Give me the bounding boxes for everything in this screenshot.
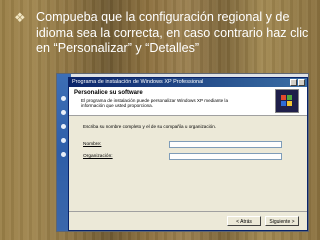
setup-dialog: Programa de instalación de Windows XP Pr… [68, 77, 308, 231]
dialog-content: Escriba su nombre completo y el de su co… [69, 116, 307, 212]
close-button[interactable] [298, 79, 305, 86]
dialog-title: Programa de instalación de Windows XP Pr… [72, 79, 204, 85]
header-title: Personalice su software [74, 90, 143, 96]
bullet-icon: ❖ [14, 11, 26, 26]
back-button[interactable]: < Atrás [227, 216, 261, 226]
sidebar-step-icon [61, 110, 66, 115]
windows-logo-icon [275, 89, 299, 113]
header-description: El programa de instalación puede persona… [81, 98, 228, 109]
organization-label: Organización: [83, 154, 113, 159]
next-button[interactable]: Siguiente > [265, 216, 299, 226]
sidebar-step-icon [61, 138, 66, 143]
organization-row: Organización: [83, 154, 145, 159]
sidebar-step-icon [61, 96, 66, 101]
help-button[interactable] [290, 79, 297, 86]
setup-screenshot: Programa de instalación de Windows XP Pr… [56, 73, 309, 232]
dialog-footer: < Atrás Siguiente > [69, 211, 307, 230]
name-input[interactable] [169, 141, 282, 148]
organization-input[interactable] [169, 153, 282, 160]
dialog-header: Personalice su software El programa de i… [69, 87, 307, 116]
dialog-titlebar: Programa de instalación de Windows XP Pr… [69, 78, 307, 87]
intro-text: Escriba su nombre completo y el de su co… [83, 124, 217, 129]
sidebar-step-icon [61, 152, 66, 157]
slide-bullet-text: Compueba que la configuración regional y… [36, 10, 309, 55]
name-label: Nombre: [83, 142, 102, 147]
sidebar-step-icon [61, 124, 66, 129]
name-row: Nombre: [83, 142, 145, 147]
